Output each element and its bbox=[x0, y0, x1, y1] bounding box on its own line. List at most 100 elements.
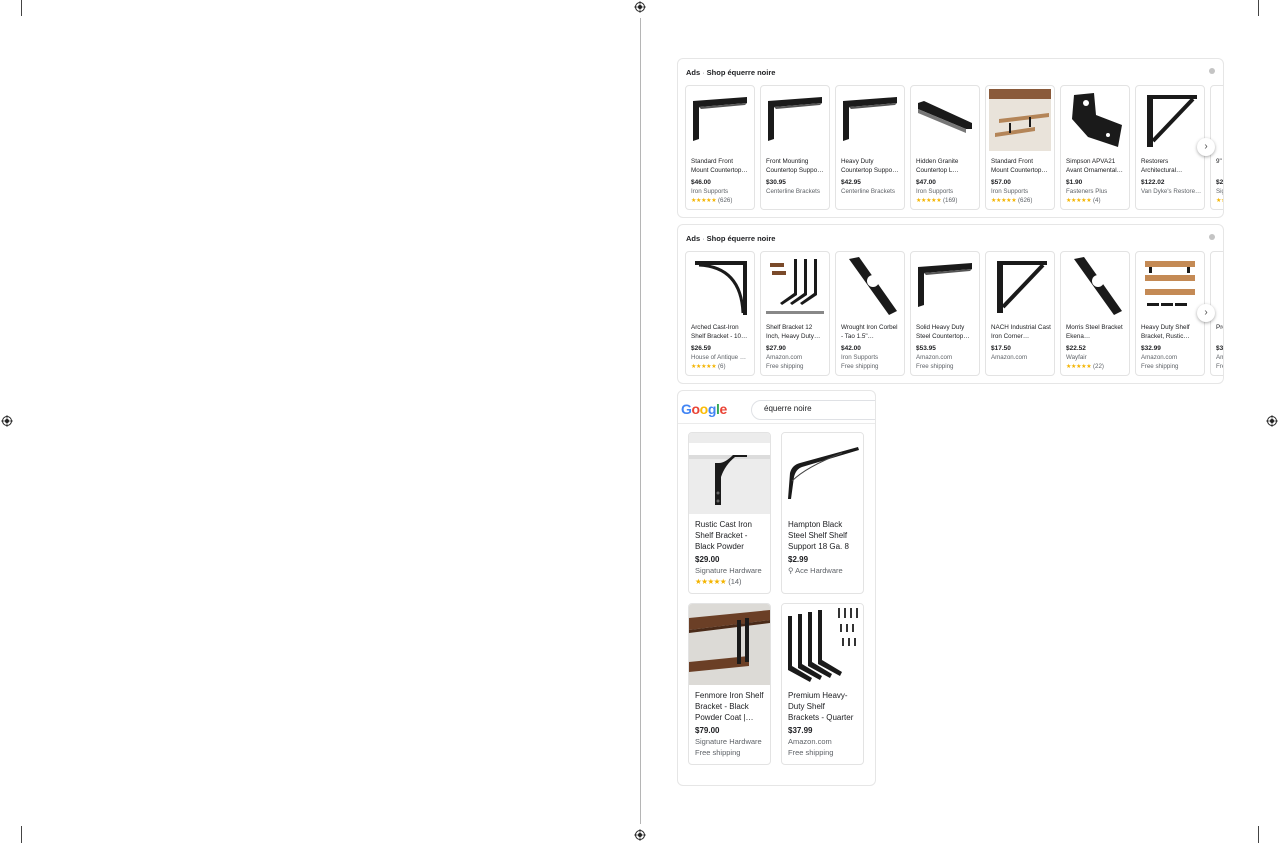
product-rating: ★★★★★ (6) bbox=[691, 363, 726, 370]
ads-title: Shop équerre noire bbox=[706, 68, 776, 77]
product-seller: Wayfair bbox=[1066, 354, 1087, 361]
product-price: $22.52 bbox=[1066, 345, 1086, 352]
product-title: Front Mounting Countertop Suppo… bbox=[766, 158, 824, 174]
shipping-info: Free shipping bbox=[695, 748, 741, 757]
review-count: (14) bbox=[728, 577, 742, 586]
rating-stars: ★★★★★ bbox=[1066, 197, 1092, 204]
info-icon[interactable] bbox=[1209, 234, 1215, 240]
product-title: NACH Industrial Cast Iron Corner… bbox=[991, 324, 1051, 340]
shelf-support-image bbox=[782, 433, 863, 514]
registration-mark-icon bbox=[1266, 415, 1278, 427]
product-price: $29.00 bbox=[695, 555, 720, 564]
ads-header: Ads · Shop équerre noire bbox=[686, 234, 775, 243]
product-card[interactable]: Rustic Cast Iron Shelf Bracket - Black P… bbox=[688, 432, 771, 594]
product-seller: Amazon.com bbox=[766, 354, 803, 361]
product-seller: Amazon.com bbox=[991, 354, 1028, 361]
chevron-right-icon[interactable]: › bbox=[1197, 138, 1215, 156]
product-card[interactable]: Restorers Architectural… $122.02 Van Dyke'… bbox=[1135, 85, 1205, 210]
l-bracket-image bbox=[839, 89, 901, 151]
product-card[interactable]: Arched Cast-Iron Shelf Bracket - 10… $26.… bbox=[685, 251, 755, 376]
product-rating: ★★★★★ (4) bbox=[1066, 197, 1101, 204]
product-card[interactable]: Standard Front Mount Countertop… $46.00 Ir… bbox=[685, 85, 755, 210]
product-card[interactable]: Standard Front Mount Countertop… $57.00 Ir… bbox=[985, 85, 1055, 210]
product-card[interactable]: NACH Industrial Cast Iron Corner… $17.50 A… bbox=[985, 251, 1055, 376]
product-card[interactable]: Morris Steel Bracket Ekena… $22.52 Wayfair… bbox=[1060, 251, 1130, 376]
product-card[interactable]: Simpson APVA21 Avant Ornamental… $1.90 Fas… bbox=[1060, 85, 1130, 210]
shipping-info: Free shipping bbox=[766, 363, 804, 370]
page-fold-line bbox=[640, 18, 641, 824]
product-title: 9" Hampton Iron S… bbox=[1216, 158, 1223, 165]
rating-stars: ★★★★★ bbox=[1066, 363, 1092, 370]
info-icon[interactable] bbox=[1209, 68, 1215, 74]
product-card[interactable]: Wrought Iron Corbel - Tao 1.5"… $42.00 Iro… bbox=[835, 251, 905, 376]
product-price: $2.99 bbox=[788, 555, 809, 564]
l-bracket-image bbox=[914, 255, 976, 317]
product-price: $1.90 bbox=[1066, 179, 1083, 186]
review-count: (169) bbox=[942, 197, 958, 204]
product-seller: Amazon.com bbox=[1141, 354, 1178, 361]
angle-plate-image bbox=[1064, 89, 1126, 151]
product-price: $79.00 bbox=[695, 726, 720, 735]
product-card[interactable]: Heavy Duty Countertop Suppo… $42.95 Center… bbox=[835, 85, 905, 210]
product-seller: Iron Supports bbox=[991, 188, 1029, 195]
product-price: $46.00 bbox=[691, 179, 711, 186]
shipping-info: Free shipping bbox=[841, 363, 879, 370]
crop-mark bbox=[1258, 826, 1259, 843]
product-price: $17.50 bbox=[991, 345, 1011, 352]
product-title: Heavy Duty Countertop Suppo… bbox=[841, 158, 899, 174]
rating-stars: ★★★★★ bbox=[916, 197, 942, 204]
search-query: équerre noire bbox=[764, 404, 812, 413]
l-bracket-image bbox=[764, 89, 826, 151]
product-title: Hampton Black Steel Shelf Shelf Support … bbox=[788, 520, 849, 551]
bracket-set-image bbox=[764, 255, 826, 317]
review-count: (6) bbox=[717, 363, 726, 370]
chevron-right-icon[interactable]: › bbox=[1197, 304, 1215, 322]
corbel-image bbox=[1064, 255, 1126, 317]
crop-mark bbox=[21, 826, 22, 843]
product-price: $47.00 bbox=[916, 179, 936, 186]
bracket-set-image bbox=[782, 604, 863, 685]
triangle-bracket-image bbox=[989, 255, 1051, 317]
l-bracket-image bbox=[689, 89, 751, 151]
product-title: Simpson APVA21 Avant Ornamental… bbox=[1066, 158, 1123, 174]
product-seller: Amazon.com bbox=[916, 354, 953, 361]
review-count: (626) bbox=[1017, 197, 1033, 204]
product-card[interactable]: Fenmore Iron Shelf Bracket - Black Powde… bbox=[688, 603, 771, 765]
product-seller: Van Dyke's Restore… bbox=[1141, 188, 1202, 195]
corbel-image bbox=[839, 255, 901, 317]
product-card[interactable]: Shelf Bracket 12 Inch, Heavy Duty… $27.90… bbox=[760, 251, 830, 376]
registration-mark-icon bbox=[634, 829, 646, 841]
product-card[interactable]: Hampton Black Steel Shelf Shelf Support … bbox=[781, 432, 864, 594]
crop-mark bbox=[1258, 0, 1259, 16]
rating-stars: ★★★★★ bbox=[691, 197, 717, 204]
ads-shopping-panel: Ads · Shop équerre noire Standard Front Mo… bbox=[677, 58, 1224, 218]
product-price: $42.95 bbox=[841, 179, 861, 186]
product-seller: Iron Supports bbox=[691, 188, 729, 195]
product-seller: Signat… bbox=[1216, 188, 1223, 195]
product-card[interactable]: Heavy Duty Shelf Bracket, Rustic… $32.99 A… bbox=[1135, 251, 1205, 376]
product-seller: Iron Supports bbox=[841, 354, 879, 361]
seller-name: Ace Hardware bbox=[795, 566, 843, 575]
product-title: Heavy Duty Shelf Bracket, Rustic… bbox=[1141, 324, 1190, 340]
product-card[interactable]: Solid Heavy Duty Steel Countertop… $53.95… bbox=[910, 251, 980, 376]
location-pin-icon: ⚲ bbox=[788, 566, 794, 575]
rating-stars: ★★ bbox=[1216, 197, 1223, 204]
product-card[interactable]: Hidden Granite Countertop L… $47.00 Iron S… bbox=[910, 85, 980, 210]
triangle-bracket-image bbox=[1139, 89, 1201, 151]
shelves-photo-image bbox=[989, 89, 1051, 151]
product-card[interactable]: Front Mounting Countertop Suppo… $30.95 Ce… bbox=[760, 85, 830, 210]
review-count: (4) bbox=[1092, 197, 1101, 204]
rating-stars: ★★★★★ bbox=[695, 577, 727, 586]
product-title: Wrought Iron Corbel - Tao 1.5"… bbox=[841, 324, 898, 340]
product-rating: ★★★★★ (626) bbox=[991, 197, 1032, 204]
rating-stars: ★★★★★ bbox=[991, 197, 1017, 204]
product-price: $42.00 bbox=[841, 345, 861, 352]
ads-shopping-panel: Ads · Shop équerre noire Arched Cast-Iron … bbox=[677, 224, 1224, 384]
product-price: $32.99 bbox=[1141, 345, 1161, 352]
product-seller: Fasteners Plus bbox=[1066, 188, 1108, 195]
flat-bracket-image bbox=[914, 89, 976, 151]
product-card[interactable]: Premium Heavy-Duty Shelf Brackets - Quar… bbox=[781, 603, 864, 765]
google-logo[interactable]: Google bbox=[681, 401, 727, 417]
product-title: Rustic Cast Iron Shelf Bracket - Black P… bbox=[695, 520, 752, 551]
shipping-info: Free shipping bbox=[916, 363, 954, 370]
